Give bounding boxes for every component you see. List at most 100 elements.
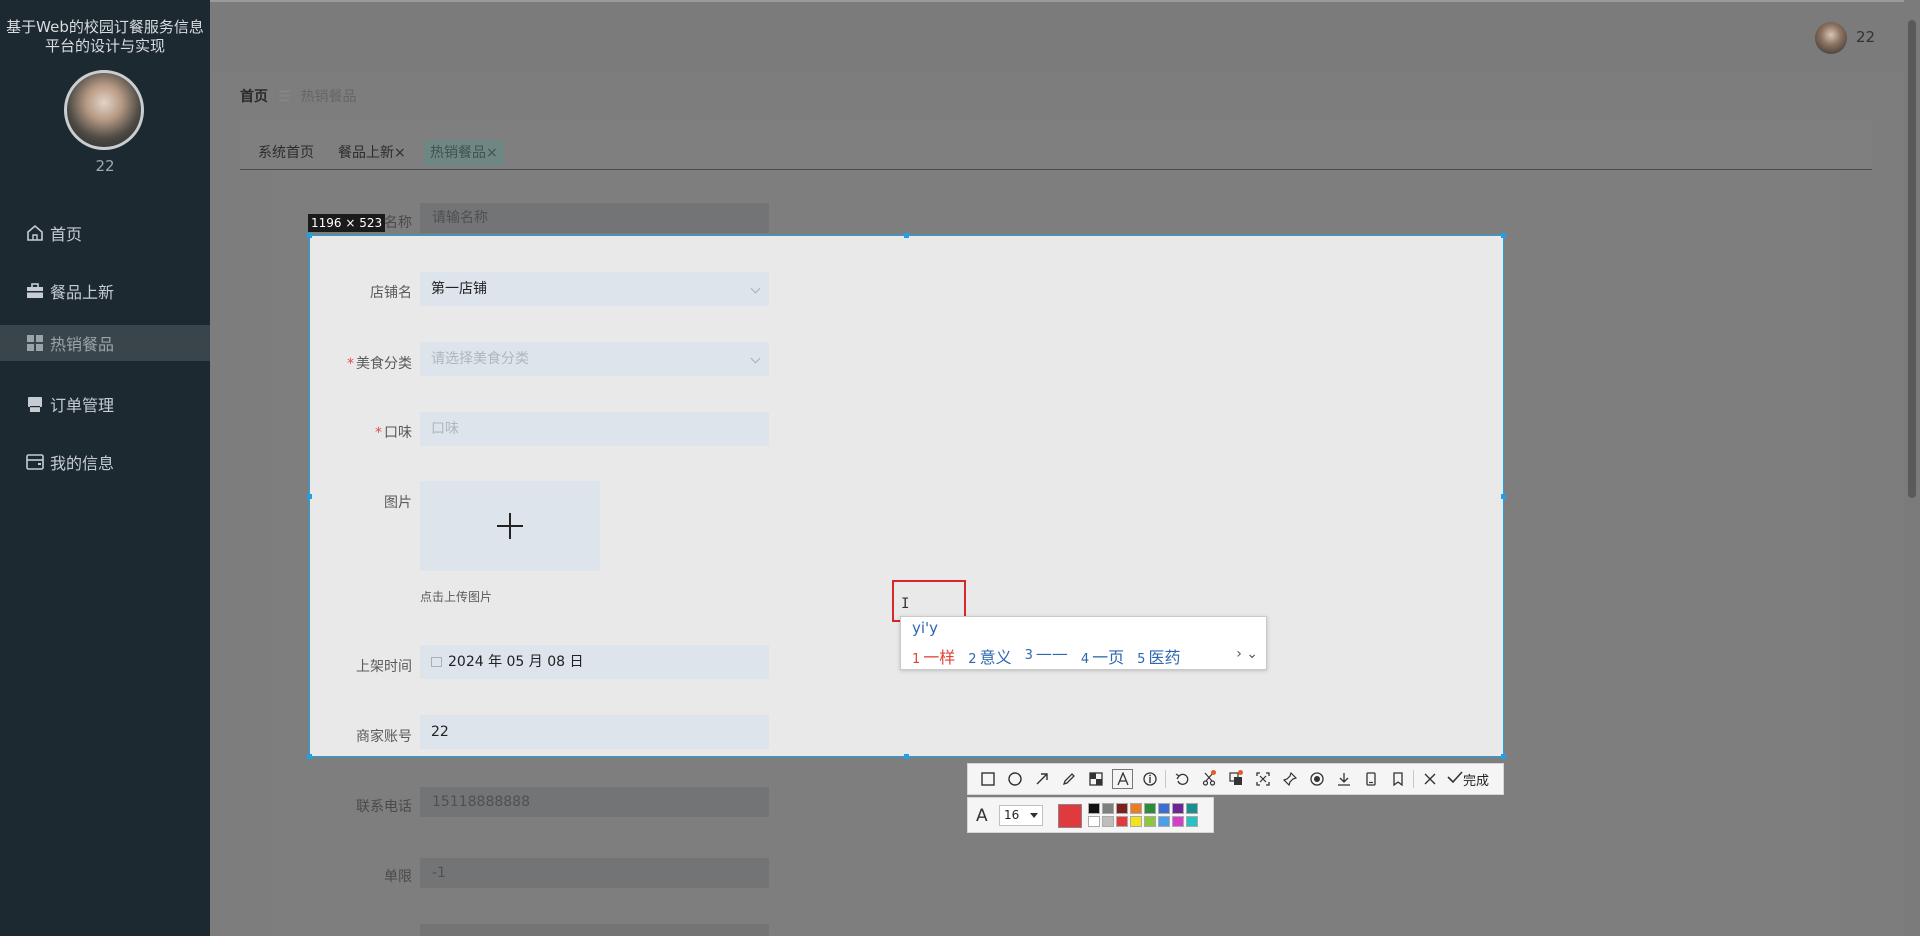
tab-hot-products[interactable]: 热销餐品× [424,140,504,166]
tab-label: 系统首页 [258,145,314,161]
text-options-toolbar: A 16 [967,797,1214,833]
app-title: 基于Web的校园订餐服务信息平台的设计与实现 [6,18,204,55]
scrollbar-thumb[interactable] [1908,20,1916,498]
bookmark-icon[interactable] [1384,766,1411,792]
resize-handle[interactable] [1501,233,1506,238]
color-swatch[interactable] [1172,803,1184,814]
scissors-icon[interactable] [1195,766,1222,792]
ime-candidate[interactable]: 5 医药 [1137,644,1180,668]
name-input[interactable]: 请输名称 [420,203,769,233]
color-swatch[interactable] [1116,816,1128,827]
sidebar-item-home[interactable]: 首页 [0,204,210,262]
header-user-name[interactable]: 22 [1856,28,1875,46]
limit-input[interactable]: -1 [420,858,769,888]
resize-handle[interactable] [904,233,909,238]
category-select[interactable]: 请选择美食分类 [420,342,769,376]
header-avatar[interactable] [1815,22,1847,54]
ime-next-page-icon[interactable]: › ⌄ [1236,646,1258,662]
color-swatch[interactable] [1088,816,1100,827]
text-tool-icon[interactable] [1109,766,1136,792]
tab-bar: 系统首页 餐品上新× 热销餐品× [240,120,1872,170]
color-swatch[interactable] [1088,803,1100,814]
phone-icon[interactable] [1357,766,1384,792]
color-swatch[interactable] [1158,803,1170,814]
arrow-icon[interactable] [1028,766,1055,792]
record-icon[interactable] [1303,766,1330,792]
capture-region[interactable]: 店铺名 第一店铺 * 美食分类 请选择美食分类 * 口味 口味 图片 点击上传图片 … [309,235,1504,757]
page: 基于Web的校园订餐服务信息平台的设计与实现 22 首页 餐品上新 热销餐品 订… [0,0,1920,936]
avatar[interactable] [64,70,144,150]
color-swatch[interactable] [1130,816,1142,827]
resize-handle[interactable] [904,754,909,759]
ime-candidate[interactable]: 4 一页 [1081,644,1124,668]
phone-input[interactable]: 15118888888 [420,787,769,817]
tab-label: 热销餐品 [430,145,486,161]
breadcrumb-home[interactable]: 首页 [240,89,268,105]
merchant-input[interactable]: 22 [420,715,769,749]
translate-icon[interactable] [1222,766,1249,792]
ellipse-icon[interactable] [1001,766,1028,792]
taste-input[interactable]: 口味 [420,412,769,446]
capture-toolbar: 完成 [967,763,1504,795]
candidate-number: 1 [912,652,921,667]
listing-time-input[interactable]: 2024 年 05 月 08 日 [420,645,769,679]
shop-label: 店铺名 [370,285,412,301]
ime-candidate-list: 1 一样 2 意义 3 —— 4 一页 5 医药 [912,644,1180,668]
resize-handle[interactable] [307,233,312,238]
download-icon[interactable] [1330,766,1357,792]
resize-handle[interactable] [307,494,312,499]
color-swatch[interactable] [1158,816,1170,827]
mosaic-icon[interactable] [1082,766,1109,792]
color-swatch[interactable] [1186,816,1198,827]
tab-label: 餐品上新 [338,145,394,161]
next-input[interactable] [420,924,769,936]
close-icon[interactable]: × [394,145,406,161]
color-swatch[interactable] [1130,803,1142,814]
color-palette [1088,803,1199,828]
scan-icon[interactable] [1249,766,1276,792]
sidebar-item-orders[interactable]: 订单管理 [0,375,210,433]
breadcrumb-separator-icon: ☰ [278,89,291,105]
pin-icon[interactable] [1276,766,1303,792]
shop-select[interactable]: 第一店铺 [420,272,769,306]
phone-label: 联系电话 [356,799,412,815]
rectangle-icon[interactable] [974,766,1001,792]
home-icon [24,222,46,244]
sidebar-item-label: 餐品上新 [50,283,115,302]
tab-new-products[interactable]: 餐品上新× [332,140,412,166]
text-cursor-icon: I [901,596,910,612]
briefcase-icon [24,280,46,302]
current-color-swatch[interactable] [1058,804,1082,828]
close-icon[interactable] [1416,766,1443,792]
ime-candidate[interactable]: 1 一样 [912,644,955,668]
font-size-select[interactable]: 16 [999,805,1043,826]
close-icon[interactable]: × [486,145,498,161]
resize-handle[interactable] [1501,754,1506,759]
category-label-text: 美食分类 [356,356,412,372]
sidebar-item-hot-products[interactable]: 热销餐品 [0,325,210,361]
ime-candidate[interactable]: 3 —— [1025,644,1068,668]
page-scrollbar[interactable] [1904,0,1920,936]
candidate-text: 医药 [1148,648,1181,667]
color-swatch[interactable] [1172,816,1184,827]
ime-candidate[interactable]: 2 意义 [968,644,1011,668]
number-marker-icon[interactable] [1136,766,1163,792]
ime-candidate-window[interactable]: yi'y 1 一样 2 意义 3 —— 4 一页 5 医药 › ⌄ [900,616,1267,670]
tab-system-home[interactable]: 系统首页 [252,140,320,166]
color-swatch[interactable] [1102,816,1114,827]
resize-handle[interactable] [307,754,312,759]
done-button[interactable]: 完成 [1447,770,1489,789]
pen-icon[interactable] [1055,766,1082,792]
resize-handle[interactable] [1501,494,1506,499]
color-swatch[interactable] [1144,816,1156,827]
sidebar-item-new-products[interactable]: 餐品上新 [0,262,210,320]
color-swatch[interactable] [1186,803,1198,814]
undo-icon[interactable] [1168,766,1195,792]
font-size-value: 16 [1004,808,1020,822]
color-swatch[interactable] [1102,803,1114,814]
color-swatch[interactable] [1116,803,1128,814]
sidebar-item-my-info[interactable]: 我的信息 [0,433,210,491]
image-upload[interactable] [420,481,600,571]
chevron-down-icon [750,353,761,364]
color-swatch[interactable] [1144,803,1156,814]
